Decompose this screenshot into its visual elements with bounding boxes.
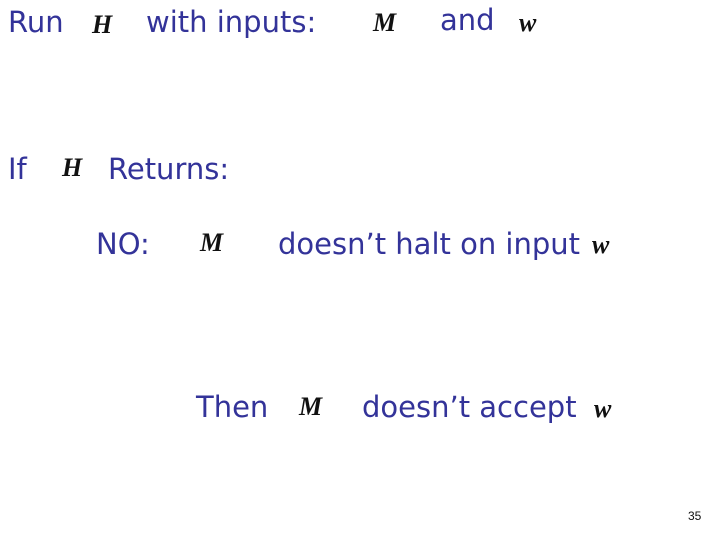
halt-statement: doesn’t halt on input — [278, 227, 581, 261]
math-m: M — [373, 8, 397, 37]
math-w: w — [594, 394, 612, 423]
run-label: Run — [8, 5, 64, 39]
with-inputs-label: with inputs: — [146, 5, 317, 39]
math-m: M — [200, 228, 224, 257]
math-h: H — [92, 10, 113, 39]
math-h: H — [62, 153, 83, 182]
math-w: w — [519, 8, 537, 37]
page-number: 35 — [688, 509, 702, 523]
returns-label: Returns: — [108, 152, 230, 186]
and-label: and — [440, 3, 495, 37]
accept-statement: doesn’t accept — [362, 390, 577, 424]
no-label: NO: — [96, 227, 150, 261]
then-label: Then — [196, 390, 269, 424]
if-label: If — [8, 152, 27, 186]
math-w: w — [592, 230, 610, 259]
math-m: M — [299, 392, 323, 421]
